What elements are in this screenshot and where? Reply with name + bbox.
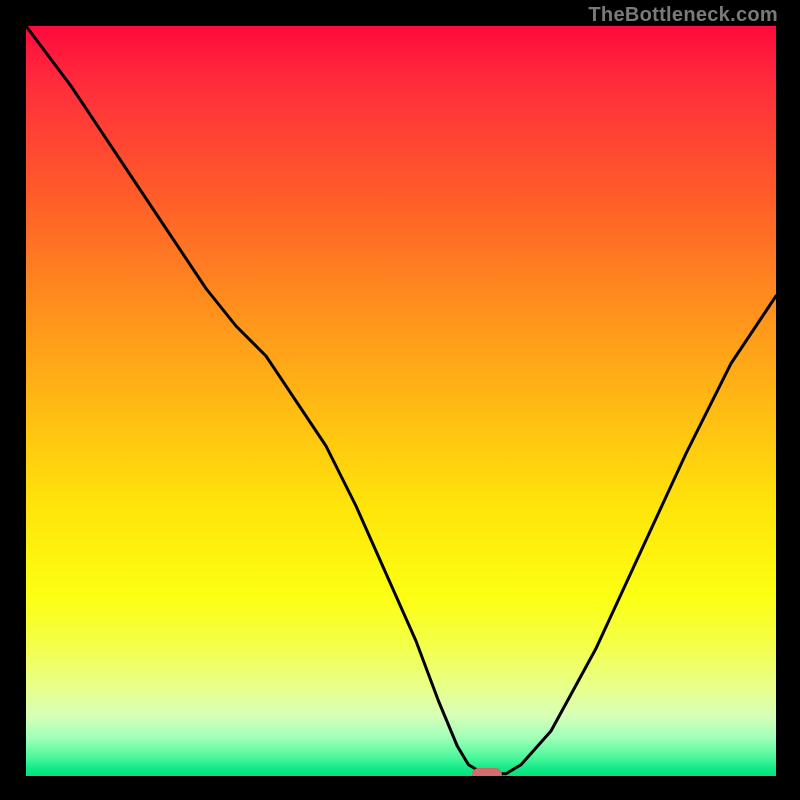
- curve-path: [26, 26, 776, 774]
- optimal-marker: [472, 768, 502, 777]
- plot-area: [26, 26, 776, 776]
- bottleneck-curve: [26, 26, 776, 776]
- frame: TheBottleneck.com: [0, 0, 800, 800]
- watermark-text: TheBottleneck.com: [588, 4, 778, 27]
